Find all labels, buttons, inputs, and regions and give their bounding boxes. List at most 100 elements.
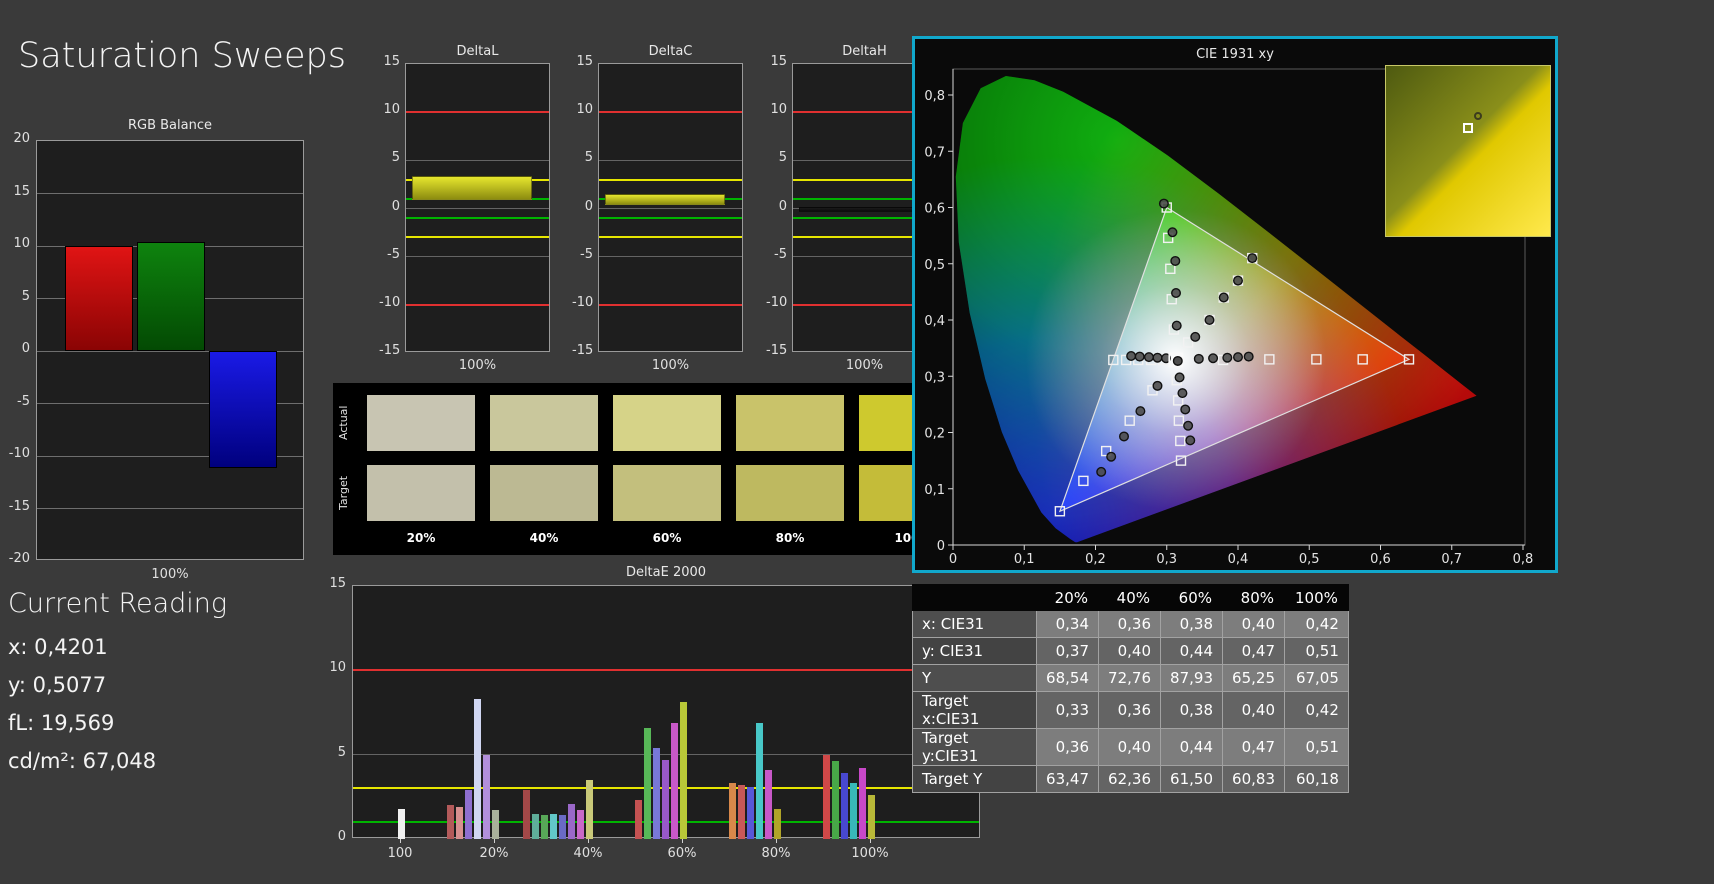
swatch-column-label: 80% xyxy=(775,531,805,545)
value-cell: 68,54 xyxy=(1036,664,1099,692)
rgb-balance-chart[interactable]: RGB Balance -20 -15 -10 -5 0 5 10 15 20 100% xyxy=(0,118,312,590)
y-tick-label: 0 xyxy=(937,539,945,554)
x-tick xyxy=(588,839,589,843)
measured-point-green xyxy=(1167,227,1178,238)
y-tick-label: 15 xyxy=(576,54,593,69)
threshold-line xyxy=(353,669,979,672)
value-cell: 65,25 xyxy=(1222,664,1285,692)
measured-point-magenta xyxy=(1174,372,1185,383)
swatch-column-label: 60% xyxy=(652,531,682,545)
measured-point-red xyxy=(1208,353,1219,364)
table-row: Y 68,54 72,76 87,93 65,25 67,05 xyxy=(912,664,1349,692)
deltae-bar xyxy=(765,769,772,839)
x-tick-label: 0 xyxy=(949,552,957,567)
deltae-bar xyxy=(680,702,687,839)
x-tick xyxy=(776,839,777,843)
value-cell: 0,34 xyxy=(1036,610,1099,638)
y-tick-label: 5 xyxy=(21,288,30,304)
x-group-label: 100% xyxy=(851,846,889,861)
threshold-line xyxy=(599,178,742,181)
y-tick-label: 0,3 xyxy=(924,370,945,385)
deltae-bar xyxy=(823,754,830,839)
deltae-bar xyxy=(653,747,660,839)
deltae-bar xyxy=(850,783,857,839)
y-tick-label: 0 xyxy=(391,198,400,214)
value-cell: 0,40 xyxy=(1222,610,1285,638)
y-tick-label: 0,8 xyxy=(924,89,945,104)
delta-c-chart[interactable]: DeltaC -15 -10 -5 0 5 10 15 100% xyxy=(572,44,754,378)
deltae-bar xyxy=(447,805,454,839)
deltae-bar xyxy=(577,810,584,839)
value-cell: 0,47 xyxy=(1222,637,1285,665)
deltae-bar xyxy=(474,699,481,839)
value-cell: 0,36 xyxy=(1036,728,1099,766)
measured-point-blue xyxy=(1152,380,1163,391)
x-axis-label: 100% xyxy=(651,358,690,373)
current-reading-cdm2: cd/m²: 67,048 xyxy=(8,749,157,773)
table-header-cell: 40% xyxy=(1098,584,1161,611)
measured-point-red xyxy=(1233,352,1244,363)
deltae-bar xyxy=(859,768,866,839)
measurement-table[interactable]: 20% 40% 60% 80% 100% x: CIE31 0,34 0,36 0,38 0,40… xyxy=(912,584,1349,793)
gridline xyxy=(599,159,742,161)
y-tick-label: -5 xyxy=(580,246,593,262)
row-label-cell: Target Y xyxy=(912,765,1037,793)
x-axis-label: 100% xyxy=(151,567,189,582)
deltae-bar xyxy=(483,754,490,839)
deltae-bar xyxy=(456,806,463,839)
y-tick-label: 5 xyxy=(391,150,400,166)
delta-bar xyxy=(799,207,919,213)
white-point-measured xyxy=(1172,355,1183,366)
y-tick-label: 10 xyxy=(576,102,593,118)
x-tick-label: 0,2 xyxy=(1085,552,1106,567)
inset-target-point xyxy=(1463,123,1473,133)
x-tick xyxy=(494,839,495,843)
y-tick-label: 10 xyxy=(770,102,787,118)
measurement-table-grid: 20% 40% 60% 80% 100% x: CIE31 0,34 0,36 0,38 0,40… xyxy=(912,584,1349,793)
y-tick-label: -10 xyxy=(572,294,594,310)
measured-point-red xyxy=(1243,351,1254,362)
cie-1931-chart[interactable]: CIE 1931 xy 0 0 0,1 0,1 0,2 0,2 0,3 0,3 0,4 0,4 0,5… xyxy=(912,36,1558,573)
gridline xyxy=(599,208,742,209)
measured-point-yellow xyxy=(1233,275,1244,286)
deltae-bar xyxy=(662,759,669,839)
measured-point-green xyxy=(1171,287,1182,298)
gridline xyxy=(406,208,549,209)
bar-green xyxy=(137,241,205,351)
current-reading-title: Current Reading xyxy=(8,588,228,619)
row-label-cell: x: CIE31 xyxy=(912,610,1037,638)
swatch-comparison-panel[interactable]: ActualTarget20%40%60%80%100% xyxy=(333,383,983,555)
value-cell: 72,76 xyxy=(1098,664,1161,692)
x-tick-label: 0,6 xyxy=(1370,552,1391,567)
y-tick-label: -20 xyxy=(8,551,30,566)
y-tick-label: 10 xyxy=(329,660,346,676)
gridline xyxy=(599,256,742,258)
gridline xyxy=(406,159,549,161)
value-cell: 60,18 xyxy=(1284,765,1349,793)
measured-point-magenta xyxy=(1180,404,1191,415)
deltae-bar xyxy=(644,727,651,839)
y-tick-label: 5 xyxy=(337,744,346,760)
value-cell: 0,44 xyxy=(1160,728,1223,766)
swatch-actual-80% xyxy=(736,395,844,451)
delta-l-chart[interactable]: DeltaL -15 -10 -5 0 5 10 15 100% xyxy=(379,44,561,378)
measured-point-blue xyxy=(1135,406,1146,417)
y-tick-label: 10 xyxy=(13,236,30,251)
y-tick-label: -10 xyxy=(379,294,401,310)
y-tick-label: -15 xyxy=(379,343,401,358)
y-tick-label: 0 xyxy=(21,341,30,356)
swatch-actual-60% xyxy=(613,395,721,451)
gridline xyxy=(353,754,979,756)
x-tick xyxy=(400,839,401,843)
swatch-target-40% xyxy=(490,465,598,521)
delta-bar xyxy=(412,175,532,200)
measured-point-blue xyxy=(1106,451,1117,462)
row-label-cell: Target x:CIE31 xyxy=(912,691,1037,729)
y-tick-label: -5 xyxy=(17,393,30,409)
measured-point-blue xyxy=(1118,431,1129,442)
deltae-2000-chart[interactable]: DeltaE 2000 0 5 10 15 100 20% 40% 60% 80% 100% xyxy=(318,565,990,867)
current-reading-x: x: 0,4201 xyxy=(8,635,108,659)
measured-point-yellow xyxy=(1218,292,1229,303)
value-cell: 63,47 xyxy=(1036,765,1099,793)
table-header-cell: 100% xyxy=(1284,584,1349,611)
